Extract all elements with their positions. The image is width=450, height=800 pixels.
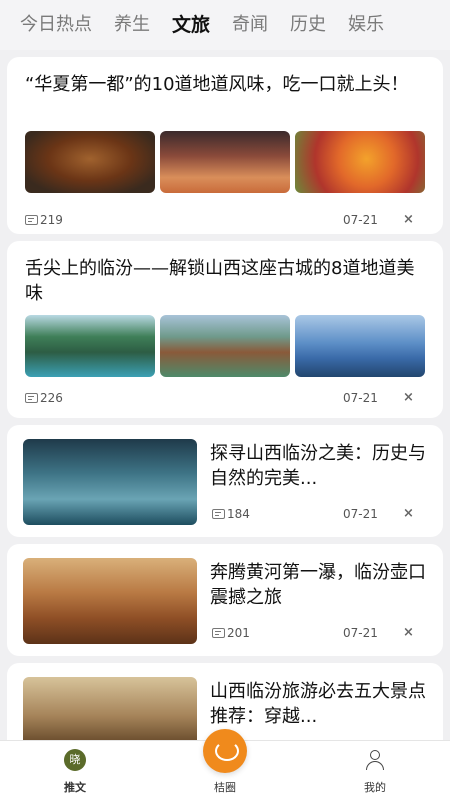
burger-icon[interactable] <box>25 131 155 193</box>
tab-entertainment[interactable]: 娱乐 <box>348 0 384 50</box>
comment-icon <box>25 215 38 225</box>
article-date: 07-21 <box>343 626 378 640</box>
category-tabs: 今日热点 养生 文旅 奇闻 历史 娱乐 <box>0 0 450 50</box>
comment-count: 219 <box>25 213 63 227</box>
close-icon[interactable]: × <box>403 506 414 521</box>
comment-count: 184 <box>212 507 250 521</box>
article-title[interactable]: 奔腾黄河第一瀑，临汾壶口震撼之旅 <box>210 560 430 610</box>
article-feed: “华夏第一都”的10道地道风味，吃一口就上头！ 219 07-21 × 舌尖上的… <box>0 50 450 740</box>
food-vendor-icon[interactable] <box>160 131 290 193</box>
village-icon[interactable] <box>160 315 290 377</box>
comment-icon <box>25 393 38 403</box>
article-card[interactable]: 舌尖上的临汾——解锁山西这座古城的8道地道美味 226 07-21 × <box>7 241 443 418</box>
article-title[interactable]: 山西临汾旅游必去五大景点推荐：穿越... <box>210 679 430 729</box>
article-date: 07-21 <box>343 391 378 405</box>
nav-home-label: 推文 <box>64 781 86 794</box>
article-card[interactable]: 奔腾黄河第一瀑，临汾壶口震撼之旅 201 07-21 × <box>7 544 443 656</box>
nav-me[interactable]: 我的 <box>340 741 410 800</box>
article-card[interactable]: 探寻山西临汾之美：历史与自然的完美... 184 07-21 × <box>7 425 443 537</box>
temple-icon[interactable] <box>23 677 197 740</box>
comment-icon <box>212 628 225 638</box>
article-title[interactable]: 舌尖上的临汾——解锁山西这座古城的8道地道美味 <box>25 256 430 306</box>
canyon-icon[interactable] <box>25 315 155 377</box>
orange-circle-icon[interactable] <box>203 729 247 773</box>
comment-icon <box>212 509 225 519</box>
article-card[interactable]: “华夏第一都”的10道地道风味，吃一口就上头！ 219 07-21 × <box>7 57 443 234</box>
article-title[interactable]: “华夏第一都”的10道地道风味，吃一口就上头！ <box>25 72 430 97</box>
home-logo-icon: 晓 <box>64 749 86 771</box>
comment-count: 201 <box>212 626 250 640</box>
bottom-nav: 晓 推文 桔圈 我的 <box>0 729 450 800</box>
ship-icon[interactable] <box>295 315 425 377</box>
nav-circle[interactable]: 桔圈 <box>190 729 260 800</box>
article-title[interactable]: 探寻山西临汾之美：历史与自然的完美... <box>210 441 430 491</box>
close-icon[interactable]: × <box>403 390 414 405</box>
tab-culture-travel[interactable]: 文旅 <box>172 0 210 50</box>
tab-stories[interactable]: 奇闻 <box>232 0 268 50</box>
fruit-basket-icon[interactable] <box>295 131 425 193</box>
nav-circle-label: 桔圈 <box>214 781 236 794</box>
nav-home[interactable]: 晓 推文 <box>40 741 110 800</box>
tab-health[interactable]: 养生 <box>114 0 150 50</box>
user-icon <box>366 750 384 770</box>
tab-history[interactable]: 历史 <box>290 0 326 50</box>
close-icon[interactable]: × <box>403 625 414 640</box>
nav-me-label: 我的 <box>364 781 386 794</box>
boat-icon[interactable] <box>23 439 197 525</box>
desert-car-icon[interactable] <box>23 558 197 644</box>
article-date: 07-21 <box>343 507 378 521</box>
comment-count: 226 <box>25 391 63 405</box>
close-icon[interactable]: × <box>403 212 414 227</box>
article-date: 07-21 <box>343 213 378 227</box>
tab-hot[interactable]: 今日热点 <box>20 0 92 50</box>
